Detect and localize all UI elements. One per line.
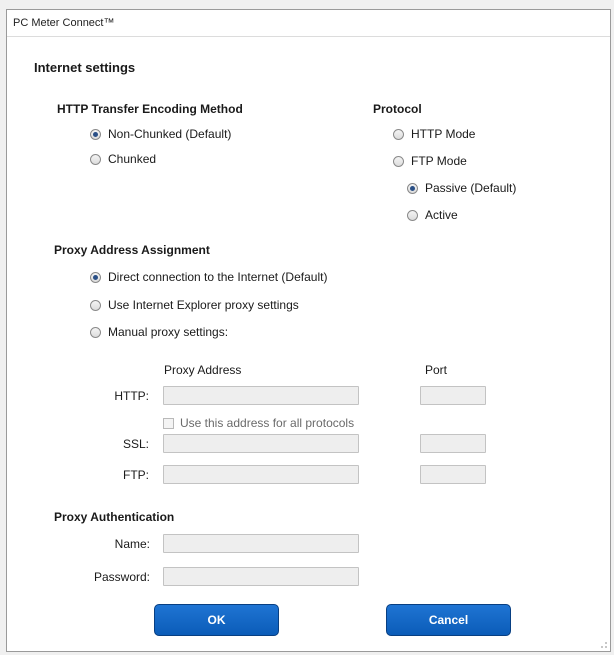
auth-heading: Proxy Authentication	[54, 510, 175, 524]
radio-http-mode[interactable]: HTTP Mode	[393, 127, 475, 141]
port-column-label: Port	[425, 363, 448, 377]
ssl-proxy-address-field[interactable]	[163, 434, 359, 453]
name-label: Name:	[114, 537, 150, 551]
checkbox-label: Use this address for all protocols	[180, 416, 355, 430]
password-label: Password:	[93, 570, 150, 584]
radio-label: Use Internet Explorer proxy settings	[108, 298, 299, 312]
radio-label: HTTP Mode	[411, 127, 476, 141]
radio-label: Non-Chunked (Default)	[108, 127, 232, 141]
radio-label: FTP Mode	[411, 154, 467, 168]
radio-ie-proxy[interactable]: Use Internet Explorer proxy settings	[90, 298, 299, 312]
radio-direct-connection[interactable]: Direct connection to the Internet (Defau…	[90, 270, 327, 284]
name-field[interactable]	[163, 534, 359, 553]
resize-grip-icon[interactable]	[598, 639, 608, 649]
radio-button-icon[interactable]	[90, 153, 101, 165]
radio-non-chunked[interactable]: Non-Chunked (Default)	[90, 127, 231, 141]
radio-button-icon[interactable]	[90, 299, 101, 311]
radio-label: Chunked	[108, 152, 157, 166]
radio-label: Active	[425, 208, 458, 222]
ftp-proxy-address-field[interactable]	[163, 465, 359, 484]
ftp-proxy-port-field[interactable]	[420, 465, 486, 484]
radio-button-icon[interactable]	[407, 182, 418, 194]
radio-chunked[interactable]: Chunked	[90, 152, 156, 166]
radio-button-icon[interactable]	[90, 271, 101, 283]
dialog-window: PC Meter Connect™ Internet settings HTTP…	[6, 9, 611, 652]
proxy-address-column-label: Proxy Address	[164, 363, 242, 377]
cancel-button[interactable]: Cancel	[386, 604, 511, 636]
window-title: PC Meter Connect™	[13, 17, 115, 29]
radio-button-icon[interactable]	[393, 155, 404, 167]
ok-button[interactable]: OK	[154, 604, 279, 636]
ftp-proxy-label: FTP:	[123, 468, 149, 482]
encoding-heading: HTTP Transfer Encoding Method	[57, 102, 243, 116]
use-all-protocols-checkbox[interactable]: Use this address for all protocols	[163, 416, 354, 430]
proxy-heading: Proxy Address Assignment	[54, 243, 210, 257]
radio-button-icon[interactable]	[90, 326, 101, 338]
radio-button-icon[interactable]	[90, 128, 101, 140]
radio-ftp-active[interactable]: Active	[407, 208, 458, 222]
radio-label: Passive (Default)	[425, 181, 517, 195]
http-proxy-label: HTTP:	[114, 389, 149, 403]
radio-ftp-mode[interactable]: FTP Mode	[393, 154, 467, 168]
ssl-proxy-port-field[interactable]	[420, 434, 486, 453]
ssl-proxy-label: SSL:	[122, 437, 149, 451]
radio-button-icon[interactable]	[393, 128, 404, 140]
http-proxy-port-field[interactable]	[420, 386, 486, 405]
radio-manual-proxy[interactable]: Manual proxy settings:	[90, 325, 228, 339]
page-title: Internet settings	[34, 60, 136, 75]
protocol-heading: Protocol	[373, 102, 422, 116]
checkbox-icon[interactable]	[163, 417, 174, 429]
http-proxy-address-field[interactable]	[163, 386, 359, 405]
password-field[interactable]	[163, 567, 359, 586]
radio-label: Manual proxy settings:	[108, 325, 229, 339]
title-bar[interactable]: PC Meter Connect™	[7, 10, 610, 37]
radio-label: Direct connection to the Internet (Defau…	[108, 270, 328, 284]
radio-ftp-passive[interactable]: Passive (Default)	[407, 181, 516, 195]
radio-button-icon[interactable]	[407, 209, 418, 221]
